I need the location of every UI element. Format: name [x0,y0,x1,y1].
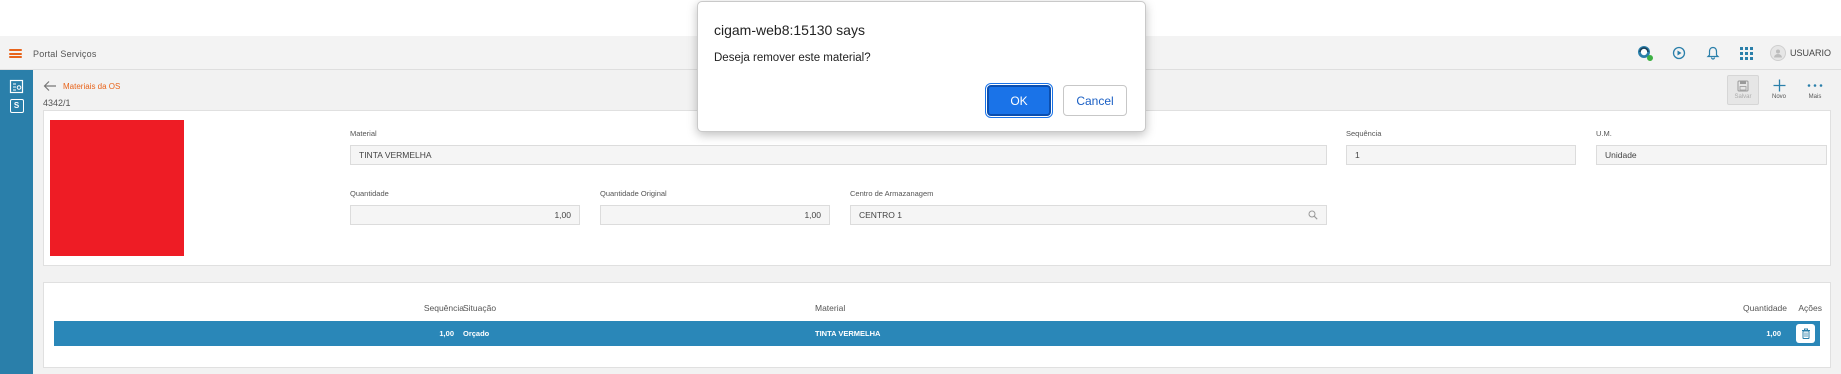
cell-sequencia: 1,00 [439,329,454,338]
cell-quantidade: 1,00 [1766,329,1781,338]
cancel-button[interactable]: Cancel [1063,85,1127,116]
new-button[interactable]: Novo [1763,75,1795,105]
quantidade-field: Quantidade 1,00 [350,189,580,225]
sequencia-label: Sequência [1346,129,1382,138]
um-label: U.M. [1596,129,1612,138]
quantidade-input[interactable]: 1,00 [350,205,580,225]
centro-input[interactable]: CENTRO 1 [850,205,1327,225]
more-icon [1807,84,1823,87]
material-color-swatch [50,120,184,256]
material-form-card: Material TINTA VERMELHA Sequência 1 U.M.… [43,110,1831,266]
centro-field: Centro de Armazanagem CENTRO 1 [850,189,1327,225]
sidebar-item-s[interactable]: S [8,97,25,114]
col-header-material: Material [815,303,846,313]
quantidade-original-field: Quantidade Original 1,00 [600,189,830,225]
user-menu[interactable]: USUARIO [1769,45,1831,61]
sequencia-input[interactable]: 1 [1346,145,1576,165]
cell-material: TINTA VERMELHA [815,329,881,338]
quantidade-label: Quantidade [350,189,389,198]
quantidade-original-input[interactable]: 1,00 [600,205,830,225]
sequencia-field: Sequência 1 [1346,129,1576,165]
user-icon [1769,45,1786,61]
search-icon[interactable] [1308,210,1318,220]
menu-icon[interactable] [9,49,22,58]
save-icon [1737,80,1749,92]
col-header-quantidade: Quantidade [1743,303,1787,313]
centro-label: Centro de Armazanagem [850,189,934,198]
back-arrow-icon[interactable] [43,80,57,92]
material-input[interactable]: TINTA VERMELHA [350,145,1327,165]
s-badge-icon: S [9,98,24,113]
ok-button[interactable]: OK [985,83,1053,118]
table-row[interactable]: 1,00 Orçado TINTA VERMELHA 1,00 [54,321,1820,346]
support-icon[interactable] [1628,36,1662,70]
col-header-sequencia: Sequência [423,303,464,313]
header-actions: USUARIO [1628,36,1841,70]
user-name: USUARIO [1789,48,1831,58]
plus-icon [1773,79,1785,92]
more-button[interactable]: Mais [1799,75,1831,105]
col-header-acoes: Ações [1798,303,1822,313]
centro-value: CENTRO 1 [859,210,902,220]
breadcrumb: Materiais da OS [43,80,120,92]
sidebar: S [0,70,33,374]
play-icon[interactable] [1662,36,1696,70]
trash-icon [1801,328,1810,339]
breadcrumb-link[interactable]: Materiais da OS [63,82,120,91]
apps-grid-icon[interactable] [1730,36,1764,70]
new-label: Novo [1771,94,1786,100]
more-label: Mais [1808,94,1822,100]
col-header-situacao: Situação [463,303,497,313]
dialog-message: Deseja remover este material? [714,52,871,64]
save-label: Salvar [1734,94,1752,100]
materials-table-card: Sequência Situação Material Quantidade A… [43,282,1831,368]
bell-icon[interactable] [1696,36,1730,70]
dialog-title: cigam-web8:15130 says [714,22,865,38]
record-id: 4342/1 [43,98,71,108]
toolbar: Salvar Novo Mais [1727,75,1831,105]
quantidade-original-label: Quantidade Original [600,189,667,198]
list-icon[interactable] [8,78,25,95]
um-field: U.M. Unidade [1596,129,1827,165]
cell-situacao: Orçado [463,329,490,338]
app-title: Portal Serviços [33,49,97,59]
material-field: Material TINTA VERMELHA [350,129,1327,165]
save-button[interactable]: Salvar [1727,75,1759,105]
um-input[interactable]: Unidade [1596,145,1827,165]
delete-row-button[interactable] [1796,324,1815,343]
confirm-dialog: cigam-web8:15130 says Deseja remover est… [697,1,1146,132]
